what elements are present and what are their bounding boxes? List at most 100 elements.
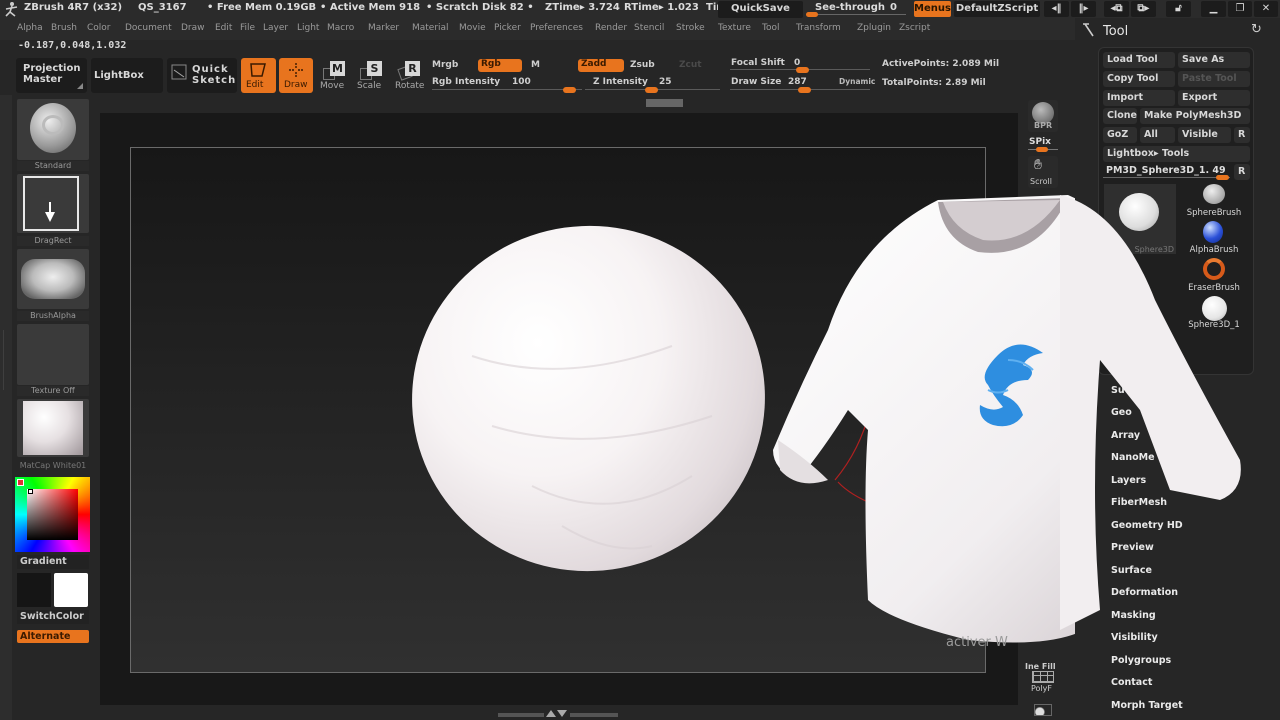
tool-slider[interactable] <box>1103 177 1230 178</box>
subpalette-morph-target[interactable]: Morph Target <box>1111 700 1183 711</box>
goz-visible-button[interactable]: Visible <box>1178 127 1231 143</box>
menu-edit[interactable]: Edit <box>215 23 232 33</box>
layout-prev-icon[interactable]: ◂‖ <box>1044 1 1069 17</box>
zcut-button[interactable]: Zcut <box>679 60 702 70</box>
bottom-scroll-right[interactable] <box>570 713 618 717</box>
scale-button[interactable]: S Scale <box>355 58 385 93</box>
save-as-button[interactable]: Save As <box>1178 52 1250 68</box>
tool-slider-knob[interactable] <box>1216 175 1229 180</box>
export-button[interactable]: Export <box>1178 90 1250 106</box>
load-tool-button[interactable]: Load Tool <box>1103 52 1175 68</box>
horizontal-scroll-handle[interactable] <box>646 99 683 107</box>
subpalette-polygroups[interactable]: Polygroups <box>1111 655 1171 666</box>
primary-color-swatch[interactable] <box>54 573 88 607</box>
move-button[interactable]: M Move <box>318 58 348 93</box>
menu-document[interactable]: Document <box>125 23 172 33</box>
clone-button[interactable]: Clone <box>1103 108 1137 124</box>
left-tray-edge[interactable] <box>0 95 12 720</box>
menus-button[interactable]: Menus <box>914 1 951 17</box>
menu-transform[interactable]: Transform <box>796 23 841 33</box>
restore-icon[interactable]: ❐ <box>1228 1 1252 17</box>
menu-file[interactable]: File <box>240 23 255 33</box>
hue-cursor[interactable] <box>17 479 24 486</box>
close-icon[interactable]: ✕ <box>1254 1 1278 17</box>
draw-button[interactable]: Draw <box>279 58 313 93</box>
goz-r-button[interactable]: R <box>1234 127 1250 143</box>
menu-preferences[interactable]: Preferences <box>530 23 583 33</box>
projection-master-button[interactable]: Projection Master <box>16 58 87 93</box>
color-picker-ring[interactable] <box>15 477 90 552</box>
menu-marker[interactable]: Marker <box>368 23 399 33</box>
minimize-icon[interactable]: ▁ <box>1201 1 1226 17</box>
copy-tool-button[interactable]: Copy Tool <box>1103 71 1175 87</box>
menu-light[interactable]: Light <box>297 23 319 33</box>
m-button[interactable]: M <box>531 60 540 70</box>
zsub-button[interactable]: Zsub <box>630 60 655 70</box>
rgb-intensity-slider[interactable] <box>432 89 582 90</box>
tool-panel-title[interactable]: Tool <box>1103 24 1128 39</box>
colors-prev-icon[interactable]: ◂⧉ <box>1104 1 1129 17</box>
menu-movie[interactable]: Movie <box>459 23 486 33</box>
menu-tool[interactable]: Tool <box>762 23 779 33</box>
material-thumbnail[interactable] <box>17 399 89 457</box>
bpr-button[interactable]: BPR <box>1028 100 1058 132</box>
menu-texture[interactable]: Texture <box>718 23 751 33</box>
zscript-button[interactable]: DefaultZScript <box>954 1 1040 17</box>
menu-layer[interactable]: Layer <box>263 23 288 33</box>
left-tray-handle[interactable] <box>3 330 9 390</box>
mrgb-button[interactable]: Mrgb <box>432 60 458 70</box>
lightbox-button[interactable]: LightBox <box>91 58 163 93</box>
layout-next-icon[interactable]: ‖▸ <box>1071 1 1096 17</box>
dynamic-toggle[interactable]: Dynamic <box>839 77 875 86</box>
quicksave-button[interactable]: QuickSave <box>718 1 803 18</box>
see-through-slider[interactable] <box>806 14 906 15</box>
secondary-color-swatch[interactable] <box>17 573 51 607</box>
colors-next-icon[interactable]: ⧉▸ <box>1131 1 1156 17</box>
draw-size-knob[interactable] <box>798 87 811 93</box>
color-picker-square[interactable] <box>27 489 78 540</box>
bottom-scroll-left[interactable] <box>498 713 544 717</box>
subpalette-contact[interactable]: Contact <box>1111 677 1152 688</box>
menu-render[interactable]: Render <box>595 23 627 33</box>
menu-stencil[interactable]: Stencil <box>634 23 664 33</box>
alpha-thumbnail[interactable] <box>17 249 89 309</box>
menu-color[interactable]: Color <box>87 23 111 33</box>
lock-icon[interactable]: 🔓︎ <box>1166 1 1191 17</box>
menu-macro[interactable]: Macro <box>327 23 354 33</box>
menu-zscript[interactable]: Zscript <box>899 23 930 33</box>
menu-stroke[interactable]: Stroke <box>676 23 705 33</box>
zadd-button[interactable]: Zadd <box>578 59 624 72</box>
menu-zplugin[interactable]: Zplugin <box>857 23 891 33</box>
scroll-button[interactable]: ✋︎ Scroll <box>1028 156 1058 188</box>
lightbox-tools-button[interactable]: Lightbox▸ Tools <box>1103 146 1250 162</box>
texture-thumbnail[interactable] <box>17 324 89 385</box>
color-picker-cursor[interactable] <box>28 489 33 494</box>
rgb-intensity-knob[interactable] <box>563 87 576 93</box>
rotate-button[interactable]: R Rotate <box>393 58 425 93</box>
menu-picker[interactable]: Picker <box>494 23 521 33</box>
polyframe-grid-icon[interactable] <box>1032 671 1054 683</box>
make-polymesh-button[interactable]: Make PolyMesh3D <box>1140 108 1250 124</box>
brush-thumbnail[interactable] <box>17 99 89 160</box>
import-button[interactable]: Import <box>1103 90 1175 106</box>
scroll-down-arrow-icon[interactable] <box>557 710 567 717</box>
quick-sketch-button[interactable]: Quick Sketch <box>167 58 237 93</box>
menu-brush[interactable]: Brush <box>51 23 77 33</box>
alternate-button[interactable]: Alternate <box>17 630 89 643</box>
gradient-button[interactable]: Gradient <box>17 555 89 569</box>
goz-button[interactable]: GoZ <box>1103 127 1137 143</box>
paste-tool-button[interactable]: Paste Tool <box>1178 71 1250 87</box>
goz-all-button[interactable]: All <box>1140 127 1175 143</box>
reset-icon[interactable]: ↻ <box>1251 22 1262 37</box>
menu-alpha[interactable]: Alpha <box>17 23 43 33</box>
see-through-knob[interactable] <box>806 12 818 17</box>
stroke-thumbnail[interactable] <box>17 174 89 233</box>
rgb-button[interactable]: Rgb <box>478 59 522 72</box>
transp-icon[interactable] <box>1034 704 1052 716</box>
z-intensity-knob[interactable] <box>645 87 658 93</box>
switch-color-button[interactable]: SwitchColor <box>17 610 89 624</box>
focal-shift-knob[interactable] <box>796 67 809 73</box>
edit-button[interactable]: Edit <box>241 58 276 93</box>
tool-r-button[interactable]: R <box>1234 164 1250 180</box>
spix-knob[interactable] <box>1036 147 1048 152</box>
